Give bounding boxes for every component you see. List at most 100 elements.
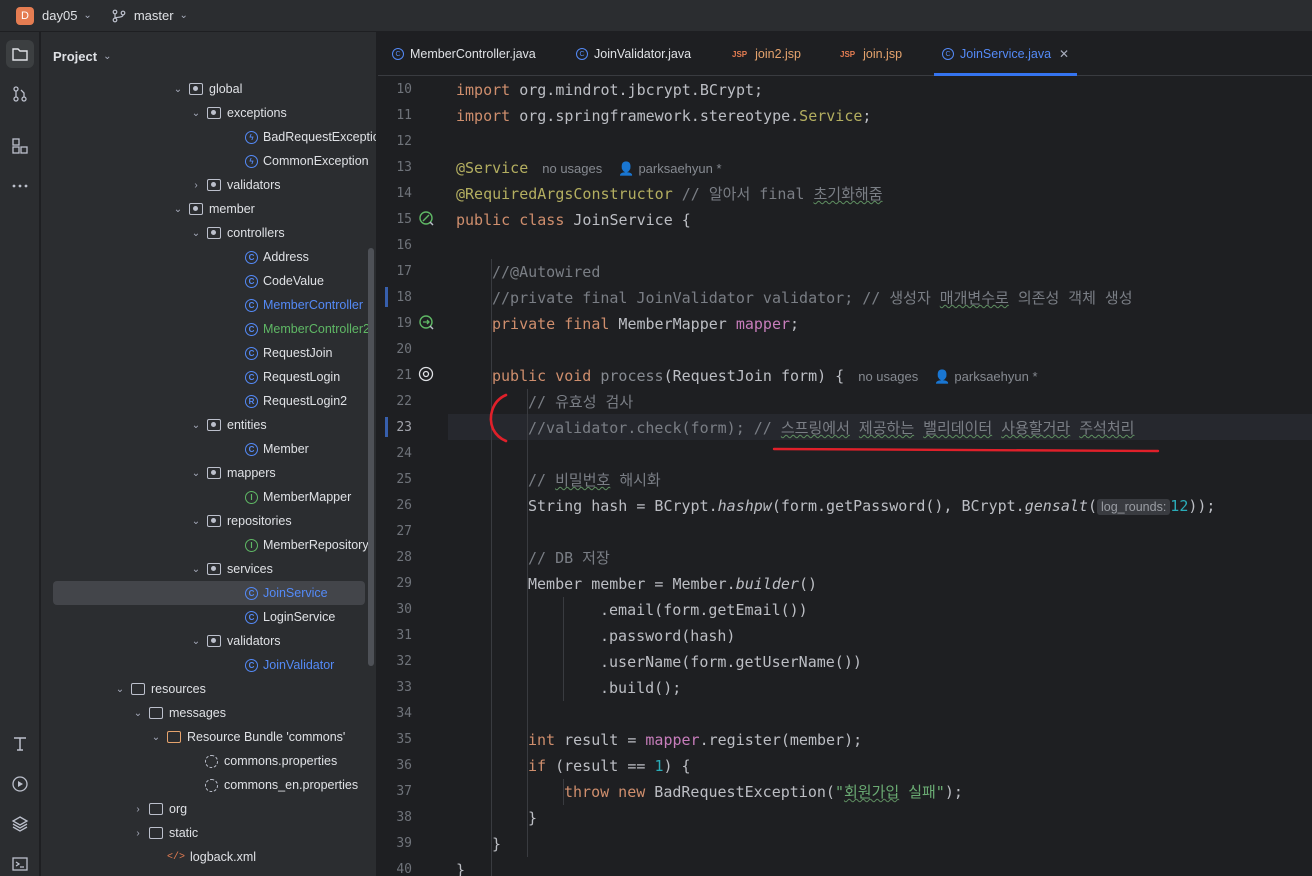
code-editor[interactable]: import org.mindrot.jbcrypt.BCrypt; impor… — [448, 77, 1312, 876]
project-badge[interactable]: D — [16, 6, 34, 25]
chevron-down-icon[interactable]: ⌄ — [189, 636, 203, 647]
structure-tool-button[interactable] — [6, 132, 34, 160]
tree-item[interactable]: ⌄ global — [171, 77, 243, 101]
tree-item[interactable]: commons.properties — [187, 749, 337, 773]
line-number[interactable]: 31 — [378, 623, 412, 649]
tab-join-jsp[interactable]: JSP join.jsp — [840, 32, 902, 76]
tree-item[interactable]: ⌄ exceptions — [189, 101, 287, 125]
chevron-right-icon[interactable]: › — [189, 180, 203, 191]
text-tool-button[interactable] — [6, 730, 34, 758]
project-scrollbar[interactable] — [368, 248, 374, 666]
chevron-down-icon[interactable]: ⌄ — [189, 228, 203, 239]
chevron-down-icon[interactable]: ⌄ — [171, 204, 185, 215]
line-number[interactable]: 23 — [378, 415, 412, 441]
line-number[interactable]: 11 — [378, 103, 412, 129]
line-number[interactable]: 40 — [378, 857, 412, 876]
services-tool-button[interactable] — [6, 810, 34, 838]
tree-item[interactable]: ϟ CommonException — [227, 149, 369, 173]
line-number[interactable]: 14 — [378, 181, 412, 207]
tree-item[interactable]: C JoinService — [53, 581, 365, 605]
tab-joinvalidator[interactable]: C JoinValidator.java — [576, 32, 691, 76]
line-number[interactable]: 26 — [378, 493, 412, 519]
tree-item[interactable]: C Address — [227, 245, 309, 269]
chevron-down-icon[interactable]: ⌄ — [171, 84, 185, 95]
line-number[interactable]: 30 — [378, 597, 412, 623]
tree-item[interactable]: C CodeValue — [227, 269, 324, 293]
tree-item[interactable]: ⌄ validators — [189, 629, 281, 653]
line-number[interactable]: 21 — [378, 363, 412, 389]
line-number[interactable]: 10 — [378, 77, 412, 103]
project-tool-button[interactable] — [6, 40, 34, 68]
chevron-down-icon[interactable]: ⌄ — [113, 684, 127, 695]
tree-item[interactable]: C Member — [227, 437, 309, 461]
tree-item[interactable]: ⌄ repositories — [189, 509, 292, 533]
tree-item[interactable]: ϟ BadRequestException — [227, 125, 376, 149]
tree-item[interactable]: C RequestLogin — [227, 365, 340, 389]
chevron-down-icon[interactable]: ⌄ — [189, 420, 203, 431]
chevron-right-icon[interactable]: › — [131, 804, 145, 815]
line-number[interactable]: 16 — [378, 233, 412, 259]
tree-item[interactable]: ⌄ mappers — [189, 461, 276, 485]
chevron-down-icon[interactable]: ⌄ — [149, 732, 163, 743]
line-number[interactable]: 29 — [378, 571, 412, 597]
tree-item[interactable]: ⌄ member — [171, 197, 255, 221]
line-number[interactable]: 27 — [378, 519, 412, 545]
close-icon[interactable]: ✕ — [1059, 47, 1069, 61]
tree-item[interactable]: R RequestLogin2 — [227, 389, 347, 413]
tree-item[interactable]: › org — [131, 797, 187, 821]
chevron-down-icon[interactable]: ⌄ — [189, 516, 203, 527]
tree-item[interactable]: › static — [131, 821, 198, 845]
terminal-tool-button[interactable] — [6, 850, 34, 876]
line-number[interactable]: 24 — [378, 441, 412, 467]
tree-item[interactable]: ⌄ messages — [131, 701, 226, 725]
line-number[interactable]: 33 — [378, 675, 412, 701]
branch-selector[interactable]: master ⌄ — [134, 8, 188, 23]
bean-icon[interactable] — [418, 210, 434, 226]
tree-item[interactable]: commons_en.properties — [187, 773, 358, 797]
tree-item[interactable]: ⌄ Resource Bundle 'commons' — [149, 725, 346, 749]
tree-item[interactable]: ⌄ resources — [113, 677, 206, 701]
line-number[interactable]: 15 — [378, 207, 412, 233]
tree-item[interactable]: ⌄ entities — [189, 413, 267, 437]
at-sign-icon[interactable] — [418, 366, 434, 382]
line-number[interactable]: 18 — [378, 285, 412, 311]
tree-item[interactable]: I MemberMapper — [227, 485, 351, 509]
tree-item[interactable]: C RequestJoin — [227, 341, 333, 365]
run-tool-button[interactable] — [6, 770, 34, 798]
more-tools-button[interactable] — [6, 172, 34, 200]
commit-tool-button[interactable] — [6, 80, 34, 108]
project-selector[interactable]: day05 ⌄ — [42, 8, 92, 23]
tree-item[interactable]: ⌄ services — [189, 557, 273, 581]
line-number[interactable]: 36 — [378, 753, 412, 779]
tab-join2-jsp[interactable]: JSP join2.jsp — [732, 32, 801, 76]
tree-item[interactable]: C MemberController — [227, 293, 363, 317]
tree-item[interactable]: </> logback.xml — [149, 845, 256, 869]
project-panel-header[interactable]: Project ⌄ — [41, 32, 376, 80]
line-number[interactable]: 28 — [378, 545, 412, 571]
line-number[interactable]: 19 — [378, 311, 412, 337]
tree-item[interactable]: › validators — [189, 173, 280, 197]
line-number[interactable]: 12 — [378, 129, 412, 155]
tab-membercontroller[interactable]: C MemberController.java — [392, 32, 536, 76]
line-number[interactable]: 37 — [378, 779, 412, 805]
line-number[interactable]: 34 — [378, 701, 412, 727]
line-number[interactable]: 17 — [378, 259, 412, 285]
tree-item[interactable]: C MemberController2 — [227, 317, 370, 341]
line-number[interactable]: 32 — [378, 649, 412, 675]
chevron-down-icon[interactable]: ⌄ — [189, 564, 203, 575]
line-number[interactable]: 13 — [378, 155, 412, 181]
line-number[interactable]: 35 — [378, 727, 412, 753]
tree-item[interactable]: ⌄ controllers — [189, 221, 285, 245]
tree-item[interactable]: C JoinValidator — [227, 653, 334, 677]
chevron-down-icon[interactable]: ⌄ — [189, 468, 203, 479]
tab-joinservice[interactable]: C JoinService.java ✕ — [934, 32, 1078, 76]
line-number[interactable]: 25 — [378, 467, 412, 493]
chevron-down-icon[interactable]: ⌄ — [131, 708, 145, 719]
tree-item[interactable]: I MemberRepository — [227, 533, 369, 557]
bean-injection-icon[interactable] — [418, 314, 434, 330]
chevron-right-icon[interactable]: › — [131, 828, 145, 839]
chevron-down-icon[interactable]: ⌄ — [189, 108, 203, 119]
line-number[interactable]: 39 — [378, 831, 412, 857]
line-number[interactable]: 38 — [378, 805, 412, 831]
line-number[interactable]: 20 — [378, 337, 412, 363]
